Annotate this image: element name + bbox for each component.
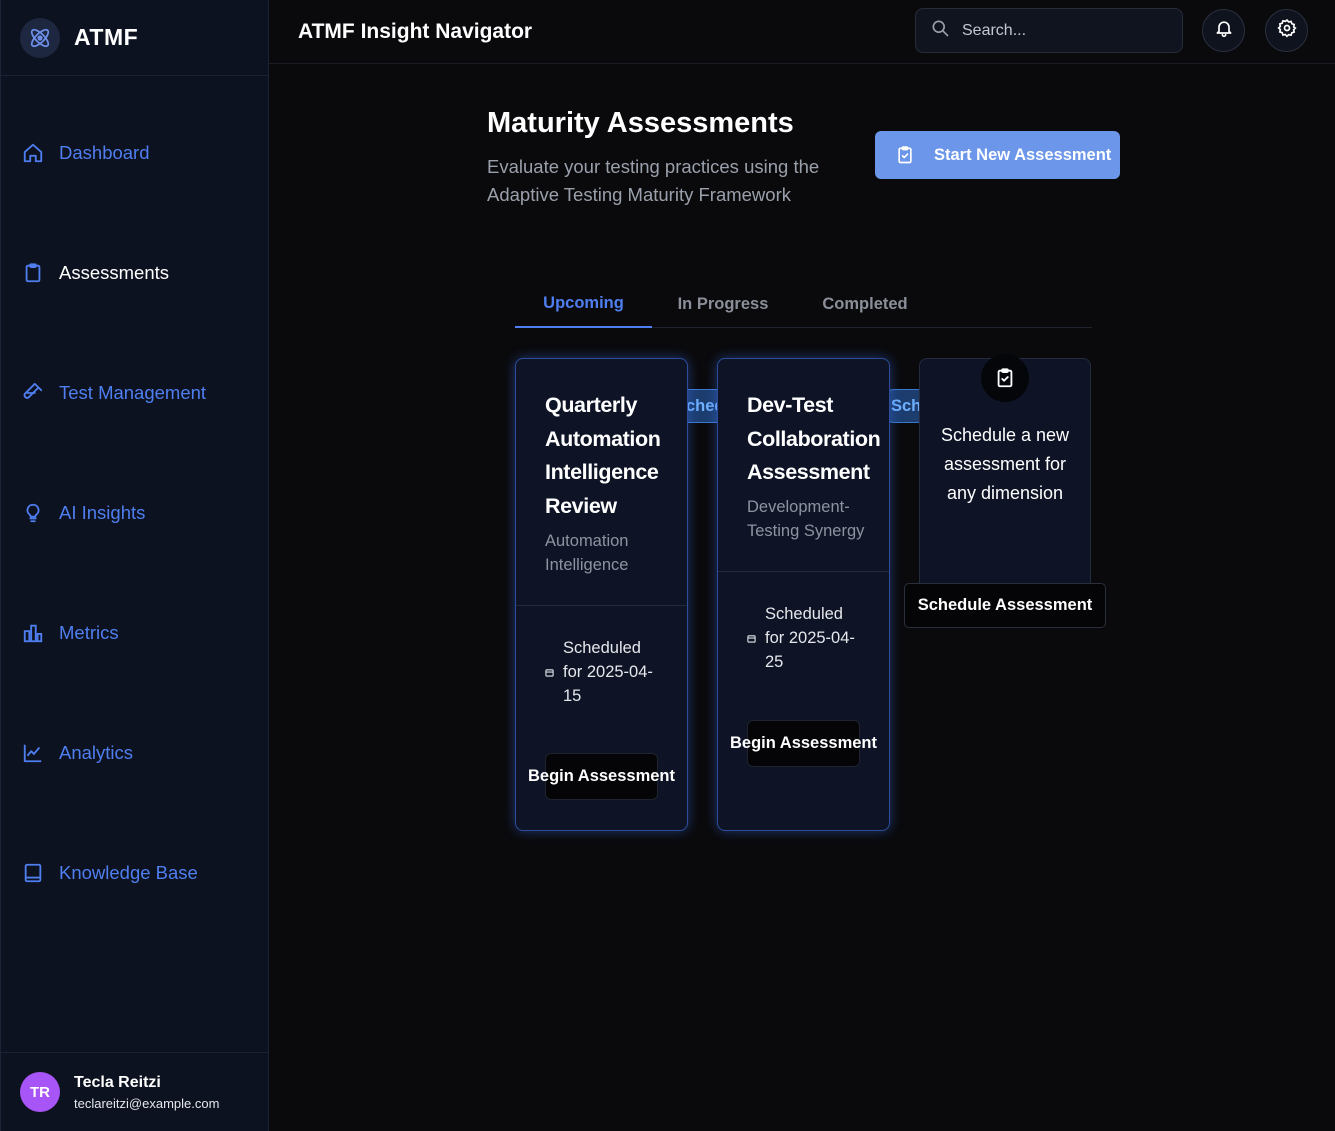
brand[interactable]: ATMF bbox=[1, 0, 268, 76]
line-chart-icon bbox=[22, 742, 44, 764]
card-title-text: Dev-Test Collaboration Assessment bbox=[747, 393, 881, 484]
sidebar-item-label: Metrics bbox=[59, 622, 119, 643]
notifications-button[interactable] bbox=[1202, 9, 1245, 52]
sidebar-item-label: Assessments bbox=[59, 262, 170, 283]
card-dimension: Automation Intelligence bbox=[545, 532, 629, 574]
sidebar-item-dashboard[interactable]: Dashboard bbox=[1, 133, 268, 173]
brand-name: ATMF bbox=[74, 24, 139, 50]
sidebar-item-test-management[interactable]: Test Management bbox=[1, 373, 268, 413]
clipboard-check-icon bbox=[895, 145, 915, 165]
card-divider bbox=[718, 571, 889, 572]
sidebar-item-knowledge-base[interactable]: Knowledge Base bbox=[1, 853, 268, 893]
tab-upcoming[interactable]: Upcoming bbox=[515, 280, 652, 328]
tab-in-progress[interactable]: In Progress bbox=[652, 280, 794, 328]
page-title: Maturity Assessments bbox=[487, 107, 794, 139]
start-new-assessment-label: Start New Assessment bbox=[934, 145, 1112, 164]
card-title: Quarterly Automation Intelligence Review bbox=[545, 389, 687, 523]
sidebar-item-assessments[interactable]: Assessments bbox=[1, 253, 268, 293]
card-title-text: Quarterly Automation Intelligence Review bbox=[545, 393, 661, 518]
card-divider bbox=[516, 605, 687, 606]
top-bar: ATMF Insight Navigator bbox=[269, 0, 1335, 64]
bar-chart-icon bbox=[22, 622, 44, 644]
book-icon bbox=[22, 862, 44, 884]
user-profile[interactable]: TR Tecla Reitzi teclareitzi@example.com bbox=[1, 1052, 268, 1131]
sidebar-item-label: Test Management bbox=[59, 382, 207, 403]
atom-logo-icon bbox=[20, 17, 60, 58]
lightbulb-icon bbox=[22, 502, 44, 524]
settings-button[interactable] bbox=[1265, 9, 1308, 52]
clipboard-check-icon bbox=[981, 354, 1029, 402]
user-email: teclareitzi@example.com bbox=[74, 1095, 220, 1111]
sidebar-item-ai-insights[interactable]: AI Insights bbox=[1, 493, 268, 533]
card-schedule-text: Scheduled for 2025-04-15 bbox=[563, 639, 653, 705]
sidebar: ATMF Dashboard Assessments Test Manageme… bbox=[0, 0, 269, 1131]
sidebar-item-analytics[interactable]: Analytics bbox=[1, 733, 268, 773]
avatar: TR bbox=[20, 1072, 60, 1112]
begin-assessment-button[interactable]: Begin Assessment bbox=[528, 753, 675, 800]
sidebar-item-label: Analytics bbox=[59, 742, 134, 763]
tab-completed[interactable]: Completed bbox=[794, 280, 936, 328]
sidebar-item-label: AI Insights bbox=[59, 502, 146, 523]
start-new-assessment-button[interactable]: Start New Assessment bbox=[875, 131, 1120, 179]
sidebar-item-label: Knowledge Base bbox=[59, 862, 198, 883]
card-dimension: Development-Testing Synergy bbox=[747, 498, 865, 540]
begin-assessment-button[interactable]: Begin Assessment bbox=[730, 720, 877, 767]
clipboard-icon bbox=[22, 262, 44, 284]
home-icon bbox=[22, 142, 44, 164]
calendar-icon bbox=[747, 634, 765, 643]
sidebar-item-label: Dashboard bbox=[59, 142, 150, 163]
sidebar-item-metrics[interactable]: Metrics bbox=[1, 613, 268, 653]
bell-icon bbox=[1214, 18, 1234, 43]
search-input[interactable] bbox=[962, 21, 1162, 40]
assessment-tabs: Upcoming In Progress Completed bbox=[515, 280, 1092, 328]
app-title: ATMF Insight Navigator bbox=[298, 19, 533, 43]
gear-icon bbox=[1276, 18, 1297, 43]
search-box[interactable] bbox=[915, 8, 1183, 53]
card-schedule: Scheduled for 2025-04-25 bbox=[747, 602, 887, 674]
schedule-assessment-text: Schedule a new assessment for any dimens… bbox=[940, 425, 1070, 503]
page-subtitle: Evaluate your testing practices using th… bbox=[487, 156, 820, 205]
beaker-icon bbox=[22, 382, 44, 404]
card-schedule: Scheduled for 2025-04-15 bbox=[545, 636, 685, 708]
user-name: Tecla Reitzi bbox=[74, 1073, 161, 1091]
card-schedule-text: Scheduled for 2025-04-25 bbox=[765, 605, 855, 671]
search-icon bbox=[930, 18, 950, 43]
schedule-assessment-button[interactable]: Schedule Assessment bbox=[904, 583, 1106, 628]
card-title: Dev-Test Collaboration Assessment bbox=[747, 389, 889, 490]
schedule-assessment-card[interactable]: Schedule a new assessment for any dimens… bbox=[919, 354, 1091, 590]
calendar-icon bbox=[545, 668, 563, 677]
